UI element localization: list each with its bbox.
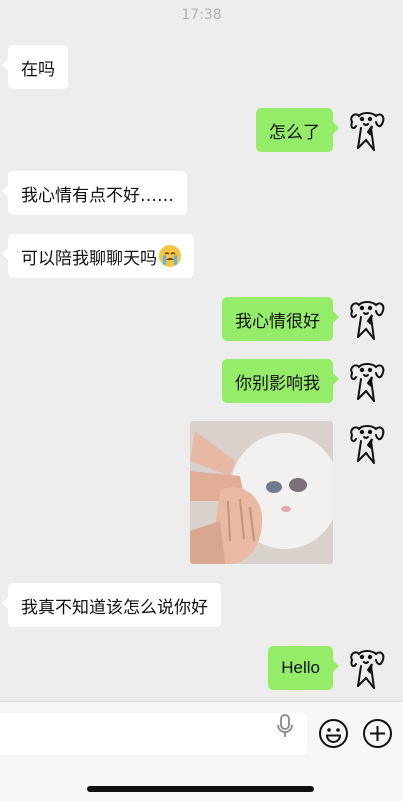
microphone-icon[interactable] [274,712,296,740]
avatar[interactable] [344,299,388,343]
avatar[interactable] [344,361,388,405]
message-text: 我真不知道该怎么说你好 [21,597,208,618]
message-text: 怎么了 [269,122,320,143]
smiley-icon[interactable] [318,718,349,749]
message-text: 你别影响我 [235,373,320,394]
home-indicator[interactable] [87,786,314,792]
loudly-crying-emoji-icon [159,245,181,267]
message-text: 我心情有点不好…… [21,185,174,206]
message-input[interactable] [0,713,307,755]
avatar[interactable] [344,423,388,467]
outgoing-message[interactable]: 我心情很好 [222,297,339,341]
plus-icon[interactable] [362,718,393,749]
incoming-message[interactable]: 可以陪我聊聊天吗 [2,234,194,278]
timestamp: 17:38 [181,7,222,23]
outgoing-message[interactable]: Hello [268,646,339,690]
outgoing-message[interactable]: 怎么了 [256,108,339,152]
incoming-message[interactable]: 我真不知道该怎么说你好 [2,583,221,627]
incoming-message[interactable]: 我心情有点不好…… [2,171,187,215]
message-text: 可以陪我聊聊天吗 [21,248,157,269]
outgoing-message[interactable]: 你别影响我 [222,359,339,403]
incoming-message[interactable]: 在吗 [2,45,68,89]
message-text: 在吗 [21,59,55,80]
message-text: 我心情很好 [235,311,320,332]
cat-sticker-image [190,421,333,564]
avatar[interactable] [344,110,388,154]
message-text: Hello [281,658,320,677]
cat-hands-sticker[interactable] [190,421,333,564]
avatar[interactable] [344,648,388,692]
